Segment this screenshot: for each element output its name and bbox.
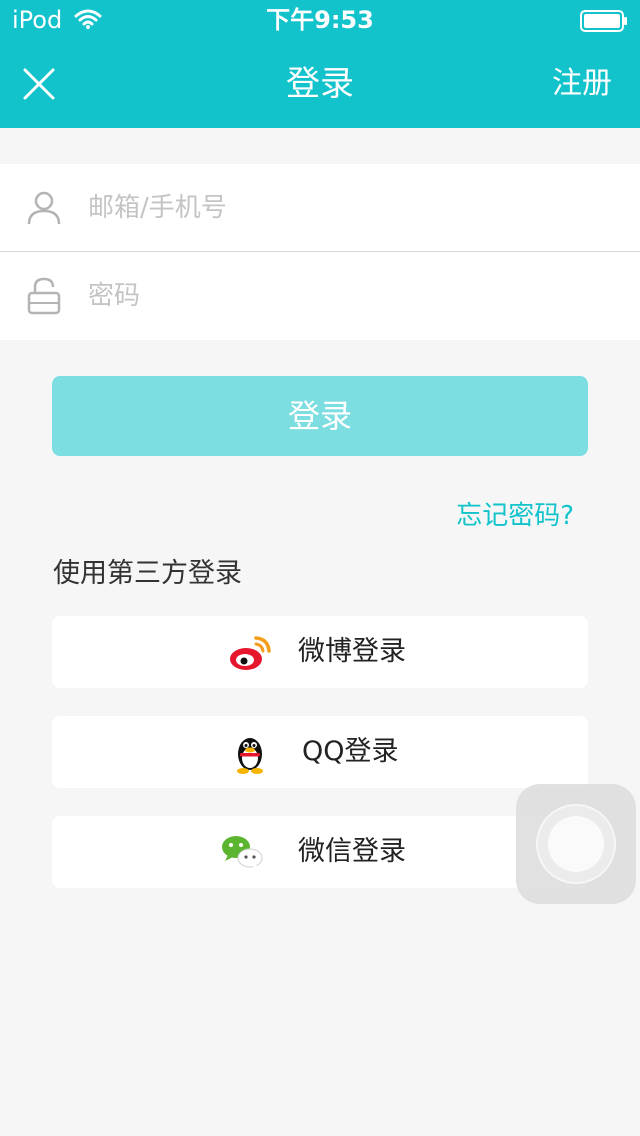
qq-icon (228, 730, 272, 774)
account-input[interactable] (88, 184, 608, 232)
weibo-login-button[interactable]: 微博登录 (52, 616, 588, 688)
assistive-touch-dot (548, 816, 604, 872)
lock-icon (26, 276, 62, 316)
weibo-icon (228, 630, 272, 674)
login-button[interactable]: 登录 (52, 376, 588, 456)
third-party-title: 使用第三方登录 (53, 558, 242, 589)
login-form (0, 164, 640, 340)
user-icon (26, 190, 62, 226)
weibo-login-label: 微博登录 (298, 636, 406, 667)
status-time: 下午9:53 (266, 6, 374, 34)
nav-bar: 登录 注册 (0, 40, 640, 128)
register-link[interactable]: 注册 (552, 64, 612, 104)
assistive-touch-button[interactable] (516, 784, 636, 904)
password-input[interactable] (88, 272, 608, 320)
wechat-icon (220, 830, 264, 874)
page-title: 登录 (286, 64, 354, 104)
wechat-login-button[interactable]: 微信登录 (52, 816, 588, 888)
qq-login-label: QQ登录 (302, 736, 399, 767)
battery-icon (580, 10, 628, 32)
wechat-login-label: 微信登录 (298, 836, 406, 867)
password-row (0, 252, 640, 340)
account-row (0, 164, 640, 252)
qq-login-button[interactable]: QQ登录 (52, 716, 588, 788)
status-bar: iPod 下午9:53 (0, 0, 640, 40)
forgot-password-link[interactable]: 忘记密码? (456, 498, 574, 534)
